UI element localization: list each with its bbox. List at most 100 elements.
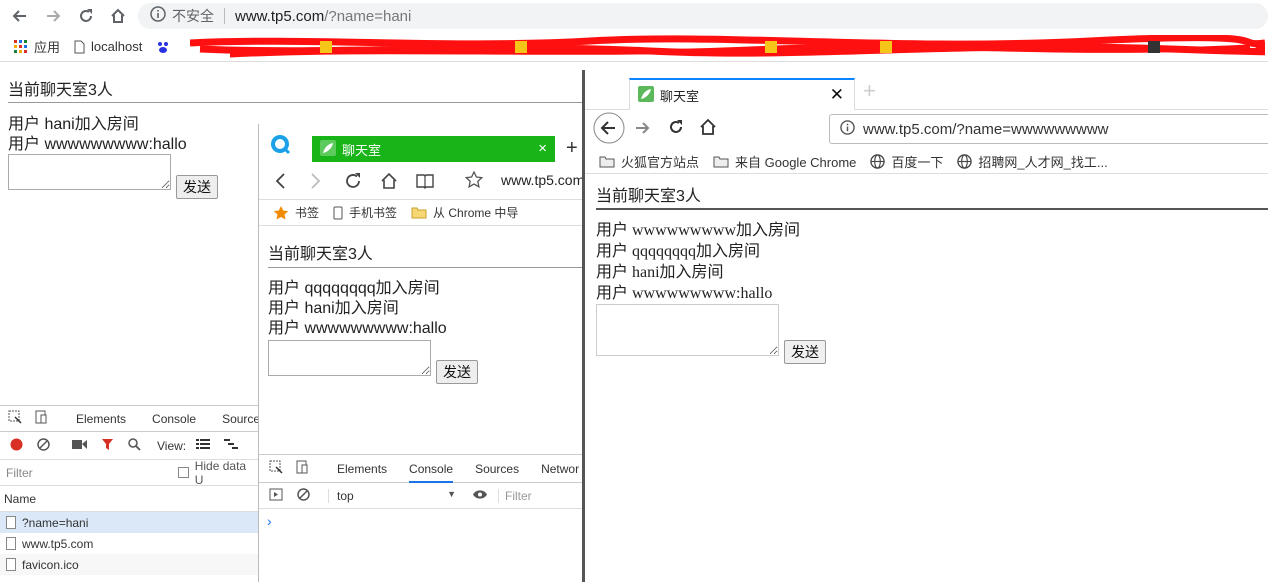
forward-arrow-icon[interactable] (43, 6, 63, 26)
bookmark-firefox-site[interactable]: 火狐官方站点 (599, 152, 699, 171)
message: 用户 wwwwwwwww:hallo (596, 285, 773, 302)
context-value: top (337, 488, 354, 503)
info-icon[interactable] (840, 119, 855, 139)
firefox-address-bar[interactable]: www.tp5.com/?name=wwwwwwwww (829, 114, 1268, 144)
message: 用户 wwwwwwwww:hallo (8, 136, 187, 153)
chat-leaf-icon (638, 85, 654, 105)
bookmark-apps-label: 应用 (34, 40, 61, 55)
firefox-tab-chatroom[interactable]: 聊天室 ✕ (629, 78, 855, 110)
star-outline-icon[interactable] (464, 170, 484, 192)
qq-chat-title: 当前聊天室3人 (268, 246, 373, 263)
folder-icon (411, 206, 427, 219)
message: 用户 qqqqqqqq加入房间 (268, 280, 440, 297)
bookmark-localhost-label: localhost (91, 39, 143, 54)
bookmark-star[interactable]: 书签 (273, 204, 319, 221)
forward-arrow-icon[interactable] (633, 119, 651, 140)
back-circle-icon[interactable] (593, 112, 625, 147)
divider (8, 102, 582, 103)
bookmark-mobile[interactable]: 手机书签 (333, 204, 397, 221)
page-icon (74, 40, 85, 54)
reload-icon[interactable] (343, 171, 363, 194)
send-button[interactable]: 发送 (784, 340, 826, 364)
new-tab-button[interactable]: + (566, 137, 578, 160)
filter-input[interactable]: Filter (6, 466, 166, 480)
reload-icon[interactable] (667, 118, 685, 139)
home-icon[interactable] (379, 171, 399, 194)
insecure-label: 不安全 (172, 8, 214, 24)
message-list: 用户 qqqqqqqq加入房间 用户 hani加入房间 用户 wwwwwwwww… (268, 279, 447, 339)
sidebar-toggle-icon[interactable] (269, 488, 283, 504)
home-icon[interactable] (108, 6, 128, 26)
qq-browser-window: 聊天室 × + www.tp5.com 书签 手机书签 从 Chrome 中导 … (258, 124, 582, 582)
filter-icon[interactable] (101, 438, 114, 454)
request-row[interactable]: favicon.ico (0, 554, 258, 575)
firefox-url-text: www.tp5.com/?name=wwwwwwwww (863, 120, 1109, 138)
bookmark-baidu[interactable] (156, 40, 176, 54)
chat-title: 当前聊天室3人 (8, 82, 113, 99)
message: 用户 wwwwwwwww加入房间 (596, 222, 800, 239)
forward-arrow-icon[interactable] (309, 172, 323, 193)
address-bar[interactable]: 不安全 www.tp5.com/?name=hani (138, 3, 1268, 29)
info-icon[interactable] (150, 6, 166, 26)
list-view-icon[interactable] (196, 438, 211, 453)
message-input[interactable] (268, 340, 431, 376)
bookmark-localhost[interactable]: localhost (74, 39, 142, 54)
back-arrow-icon[interactable] (273, 172, 287, 193)
tab-elements[interactable]: Elements (76, 412, 126, 426)
qq-url-text[interactable]: www.tp5.com (501, 172, 582, 188)
main-browser-toolbar: 不安全 www.tp5.com/?name=hani (0, 0, 1268, 32)
bookmark-from-google-chrome[interactable]: 来自 Google Chrome (713, 152, 856, 171)
reload-icon[interactable] (76, 6, 96, 26)
reader-book-icon[interactable] (415, 171, 435, 194)
close-icon[interactable]: ✕ (830, 85, 844, 105)
record-icon[interactable] (10, 438, 23, 454)
tab-console[interactable]: Console (409, 462, 454, 483)
console-filter-input[interactable]: Filter (498, 488, 532, 503)
eye-icon[interactable] (472, 489, 488, 503)
inspect-icon[interactable] (269, 460, 283, 477)
qq-tab-chatroom[interactable]: 聊天室 × (312, 136, 555, 162)
bookmark-label: 招聘网_人才网_找工... (978, 155, 1108, 170)
clear-console-icon[interactable] (297, 487, 310, 504)
tab-network[interactable]: Networ (541, 462, 579, 476)
bookmark-baidu[interactable]: 百度一下 (870, 152, 943, 171)
hide-data-checkbox[interactable] (177, 467, 189, 478)
tab-elements[interactable]: Elements (337, 462, 387, 476)
console-prompt[interactable]: › (259, 509, 582, 529)
message-input[interactable] (8, 154, 171, 190)
home-icon[interactable] (699, 118, 717, 139)
qq-devtools: Elements Console Sources Networ top ▼ Fi… (259, 454, 582, 582)
send-button[interactable]: 发送 (176, 175, 218, 199)
camera-icon[interactable] (72, 439, 87, 453)
search-icon[interactable] (128, 437, 141, 454)
inspect-icon[interactable] (8, 410, 22, 427)
message-input[interactable] (596, 304, 779, 356)
request-row[interactable]: ?name=hani (0, 512, 258, 533)
divider (268, 267, 582, 268)
bookmark-from-chrome[interactable]: 从 Chrome 中导 (411, 204, 518, 221)
device-toggle-icon[interactable] (295, 460, 309, 477)
clear-icon[interactable] (37, 437, 50, 454)
qq-tabbar: 聊天室 × + (259, 124, 582, 162)
device-toggle-icon[interactable] (34, 410, 48, 427)
file-icon (6, 558, 16, 571)
bookmark-zhaopin[interactable]: 招聘网_人才网_找工... (957, 152, 1108, 171)
file-icon (6, 516, 16, 529)
context-select[interactable]: top ▼ (328, 488, 456, 503)
request-row[interactable]: www.tp5.com (0, 533, 258, 554)
bookmark-label: 从 Chrome 中导 (433, 206, 519, 220)
message: 用户 qqqqqqqq加入房间 (596, 243, 761, 260)
tab-console[interactable]: Console (152, 412, 196, 426)
bookmark-apps[interactable]: 应用 (14, 37, 60, 56)
globe-icon (870, 154, 886, 169)
close-icon[interactable]: × (538, 140, 547, 157)
send-button[interactable]: 发送 (436, 360, 478, 384)
firefox-bookmarks-bar: 火狐官方站点 来自 Google Chrome 百度一下 招聘网_人才网_找工.… (585, 150, 1268, 174)
tab-sources[interactable]: Sources (475, 462, 519, 476)
message-list: 用户 wwwwwwwww加入房间 用户 qqqqqqqq加入房间 用户 hani… (596, 220, 800, 304)
back-arrow-icon[interactable] (10, 6, 30, 26)
firefox-tabbar: 聊天室 ✕ + (585, 70, 1268, 110)
waterfall-view-icon[interactable] (224, 438, 239, 453)
new-tab-button[interactable]: + (863, 78, 876, 104)
name-column-header[interactable]: Name (0, 486, 258, 512)
